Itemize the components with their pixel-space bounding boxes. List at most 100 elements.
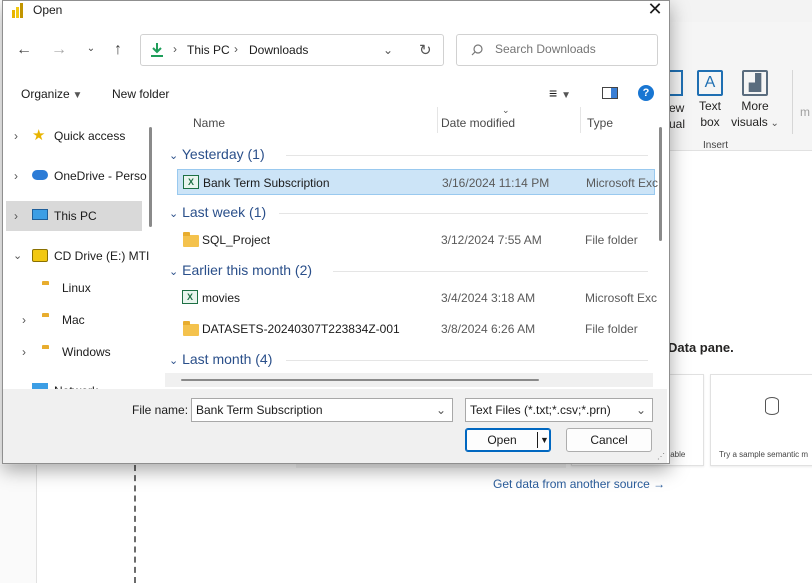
breadcrumb-this-pc[interactable]: This PC — [187, 43, 230, 57]
navigation-pane-scrollbar[interactable] — [149, 127, 152, 227]
ribbon-partial-button-right[interactable]: m — [800, 70, 812, 120]
chevron-down-icon: ⌄ — [86, 43, 96, 54]
file-row-selected[interactable]: X Bank Term Subscription 3/16/2024 11:14… — [177, 169, 658, 195]
cancel-button[interactable]: Cancel — [566, 428, 652, 452]
sidebar-item-label: Quick access — [54, 129, 126, 143]
file-row[interactable]: DATASETS-20240307T223834Z-001 3/8/2024 6… — [177, 316, 655, 342]
horizontal-scrollbar-thumb[interactable] — [181, 379, 539, 381]
file-name-input[interactable]: Bank Term Subscription — [196, 403, 323, 417]
chevron-right-icon[interactable]: › — [14, 121, 18, 151]
title-bar: Open ✕ — [3, 0, 669, 21]
app-title-bar — [660, 0, 812, 22]
caret-down-icon: ▼ — [69, 90, 83, 101]
file-name: DATASETS-20240307T223834Z-001 — [202, 322, 400, 336]
horizontal-scrollbar[interactable] — [165, 373, 653, 387]
search-box[interactable] — [456, 34, 658, 66]
group-label: Last week (1) — [182, 204, 267, 220]
column-header-name[interactable]: Name — [193, 116, 225, 130]
group-label: Yesterday (1) — [181, 146, 265, 162]
arrow-left-icon: ← — [16, 41, 32, 58]
card-sample-semantic-model[interactable]: Try a sample semantic m — [710, 374, 812, 466]
chevron-right-icon[interactable]: › — [14, 201, 18, 231]
ribbon-partial-label-2: ual — [669, 117, 686, 131]
chevron-down-icon[interactable]: ⌄ — [436, 399, 446, 421]
excel-icon: X — [183, 175, 199, 189]
open-options-dropdown[interactable]: ▼ — [540, 429, 549, 451]
up-button[interactable]: ↑ — [107, 39, 129, 61]
sidebar-item-this-pc[interactable]: › This PC — [6, 201, 142, 231]
ribbon-group-insert-label: Insert — [703, 140, 729, 151]
canvas-dashed-border — [134, 465, 136, 583]
file-date: 3/4/2024 3:18 AM — [441, 291, 536, 305]
file-list-scrollbar[interactable] — [659, 127, 662, 241]
chevron-right-icon[interactable]: › — [14, 161, 18, 191]
chevron-right-icon[interactable]: › — [22, 305, 26, 335]
group-divider — [333, 271, 648, 272]
sidebar-item-mac[interactable]: › Mac — [3, 305, 151, 335]
recent-locations-button[interactable]: ⌄ — [80, 38, 102, 60]
address-bar[interactable]: › This PC › Downloads ⌄ ↻ — [140, 34, 444, 66]
group-header-last-week[interactable]: ⌄ Last week (1) — [169, 204, 266, 220]
sidebar-item-cd-drive[interactable]: ⌄ CD Drive (E:) MTI — [3, 241, 151, 271]
breadcrumb-downloads[interactable]: Downloads — [249, 43, 308, 57]
chevron-right-icon[interactable]: › — [22, 337, 26, 367]
resize-grip-icon[interactable]: ⋰ — [657, 453, 665, 461]
dialog-footer: File name: Bank Term Subscription ⌄ Text… — [3, 389, 667, 463]
sidebar-item-onedrive[interactable]: › OneDrive - Perso — [3, 161, 151, 191]
column-header-date[interactable]: Date modified — [441, 116, 515, 130]
download-icon — [151, 43, 163, 57]
open-dialog: Open ✕ ← → ⌄ ↑ › This PC › Downloads ⌄ ↻… — [2, 0, 670, 464]
chevron-down-icon[interactable]: ⌄ — [13, 241, 22, 271]
sidebar-item-quick-access[interactable]: › ★ Quick access — [3, 121, 151, 151]
help-button[interactable]: ? — [638, 85, 654, 101]
group-header-last-month[interactable]: ⌄ Last month (4) — [169, 351, 272, 367]
chevron-down-icon: ⌄ — [767, 118, 779, 129]
data-pane-text-bold: Data pane. — [668, 340, 734, 355]
sidebar-item-network[interactable]: Network — [3, 376, 151, 389]
ribbon-partial-right-label: m — [800, 105, 810, 119]
preview-pane-icon — [611, 88, 617, 98]
sidebar-item-label: CD Drive (E:) MTI — [54, 249, 150, 263]
file-type: File folder — [585, 322, 638, 336]
new-folder-button[interactable]: New folder — [112, 87, 169, 101]
text-box-label-1: Text — [698, 99, 721, 113]
organize-button[interactable]: Organize ▼ — [21, 87, 82, 101]
group-header-earlier-this-month[interactable]: ⌄ Earlier this month (2) — [169, 262, 312, 278]
database-icon — [765, 397, 779, 415]
file-row[interactable]: SQL_Project 3/12/2024 7:55 AM File folde… — [177, 227, 655, 253]
chevron-down-icon: ⌄ — [169, 150, 179, 162]
column-divider[interactable] — [437, 107, 438, 133]
get-data-link[interactable]: Get data from another source → — [493, 477, 665, 491]
refresh-icon[interactable]: ↻ — [419, 41, 432, 59]
sidebar-item-linux[interactable]: Linux — [3, 273, 151, 303]
address-dropdown-icon[interactable]: ⌄ — [383, 43, 393, 57]
more-visuals-label-2: visuals — [731, 115, 768, 129]
column-divider[interactable] — [580, 107, 581, 133]
forward-button[interactable]: → — [48, 39, 70, 61]
list-view-icon: ≡ — [549, 85, 558, 101]
preview-pane-button[interactable] — [602, 87, 618, 99]
file-name-combobox[interactable]: Bank Term Subscription ⌄ — [191, 398, 453, 422]
visual-icon — [669, 70, 683, 96]
card-table-label: table — [668, 450, 686, 459]
text-box-button[interactable]: A Text box — [692, 70, 728, 130]
arrow-up-icon: ↑ — [114, 41, 122, 58]
more-visuals-button[interactable]: ▟ More visuals ⌄ — [730, 70, 780, 132]
sort-indicator-icon: ⌄ — [502, 107, 510, 115]
file-row[interactable]: X movies 3/4/2024 3:18 AM Microsoft Exc — [177, 285, 657, 311]
organize-label: Organize — [21, 87, 70, 101]
sidebar-item-windows[interactable]: › Windows — [3, 337, 151, 367]
more-visuals-label-2-wrap: visuals ⌄ — [730, 114, 780, 132]
view-options-button[interactable]: ≡ ▼ — [549, 85, 571, 101]
close-button[interactable]: ✕ — [643, 0, 667, 19]
back-button[interactable]: ← — [13, 39, 35, 61]
search-input[interactable] — [493, 41, 647, 57]
data-pane-text: Data pane. — [668, 340, 734, 355]
column-header-type[interactable]: Type — [587, 116, 613, 130]
file-name-label: File name: — [132, 403, 189, 417]
sidebar-item-label: Mac — [62, 313, 85, 327]
open-button[interactable]: Open ▼ — [465, 428, 551, 452]
file-type-select[interactable]: Text Files (*.txt;*.csv;*.prn) ⌄ — [465, 398, 653, 422]
group-header-yesterday[interactable]: ⌄ Yesterday (1) — [169, 146, 265, 162]
chevron-down-icon: ⌄ — [169, 355, 179, 367]
